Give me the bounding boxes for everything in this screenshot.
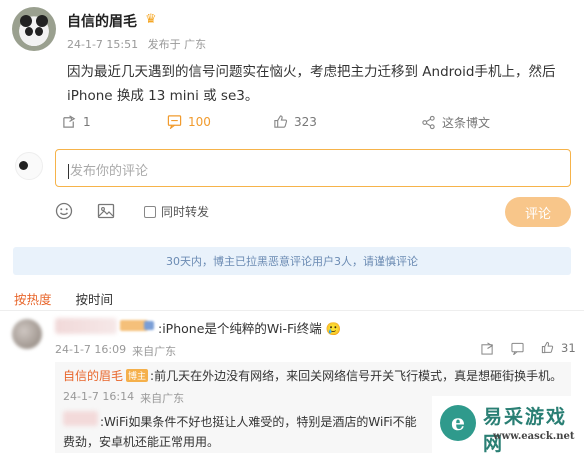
tab-sort-hot[interactable]: 按热度 [14,289,52,308]
emoji-face-icon: 🥲 [325,321,342,336]
reply-text: :前几天在外边没有网络，来回关网络信号开关飞行模式，真是想砸街换手机。 [150,369,563,383]
repost-checkbox[interactable] [144,205,156,218]
like-count: 323 [294,114,317,129]
tab-sort-time[interactable]: 按时间 [76,289,114,308]
comment-sort-tabs: 按热度 按时间 [14,289,113,308]
reply-meta: 24-1-7 16:14 来自广东 [63,390,184,406]
share-more-button[interactable]: 这条博文 [421,114,490,131]
reply-author-redacted [63,411,98,426]
reply-icon[interactable] [511,342,524,355]
comment-placeholder: 发布你的评论 [70,164,149,179]
author-name[interactable]: 自信的眉毛 [67,11,137,31]
site-logo-icon: e [440,405,476,441]
comment-actions: 31 [0,341,584,357]
post-location: 发布于 广东 [147,38,207,51]
submit-comment-button[interactable]: 评论 [505,197,571,227]
moderation-notice: 30天内，博主已拉黑恶意评论用户3人，请谨慎评论 [13,247,571,275]
reply-author-name[interactable]: 自信的眉毛 [63,369,123,383]
like-button[interactable]: 323 [273,114,317,129]
watermark-url: www.easck.net [493,431,575,442]
current-user-avatar [15,152,43,180]
author-avatar[interactable] [12,7,56,51]
image-icon[interactable] [97,202,115,220]
post-content: 因为最近几天遇到的信号问题实在恼火，考虑把主力迁移到 Android手机上，然后… [67,64,556,104]
share-icon[interactable] [481,342,494,355]
repost-icon [63,115,76,128]
emoji-icon[interactable] [55,202,73,220]
thumbs-up-icon[interactable] [541,341,554,354]
repost-button[interactable]: 1 [62,114,91,129]
repost-count: 1 [83,114,91,129]
author-badge: 博主 [126,369,149,382]
commenter-name-redacted [55,318,117,334]
comment-text: :iPhone是个纯粹的Wi-Fi终端 🥲 [158,321,342,336]
repost-option[interactable]: 同时转发 [144,203,209,220]
reply-date: 24-1-7 16:14 [63,390,135,403]
comment-button[interactable]: 100 [167,114,211,129]
watermark-title: 易采游戏网 [483,406,568,453]
comment-input[interactable]: 发布你的评论 [55,149,571,187]
reply-text-continued: 费劲，安卓机还能正常用用。 [63,435,220,449]
comment-count: 100 [188,114,211,129]
thumbs-up-icon [274,115,288,128]
reply-location: 来自广东 [140,392,185,405]
repost-option-label: 同时转发 [161,205,210,219]
share-more-label: 这条博文 [442,116,491,130]
comment-icon [167,115,182,129]
post-meta: 24-1-7 15:51 发布于 广东 [67,36,212,52]
commenter-badge [120,320,154,331]
crown-icon: ♛ [145,12,157,27]
divider [0,310,584,311]
site-watermark: e 易采游戏网 www.easck.net [432,396,584,453]
post-actions: 1 100 323 这条博文 [0,114,584,134]
post-date[interactable]: 24-1-7 15:51 [67,38,138,51]
reply-text: :WiFi如果条件不好也挺让人难受的，特别是酒店的WiFi不能 [100,415,417,429]
reply-item: 自信的眉毛 博主:前几天在外边没有网络，来回关网络信号开关飞行模式，真是想砸街换手… [63,367,562,384]
share-icon [422,115,435,130]
compose-toolbar: 同时转发 评论 [0,197,584,227]
comment-like-count: 31 [561,341,576,355]
